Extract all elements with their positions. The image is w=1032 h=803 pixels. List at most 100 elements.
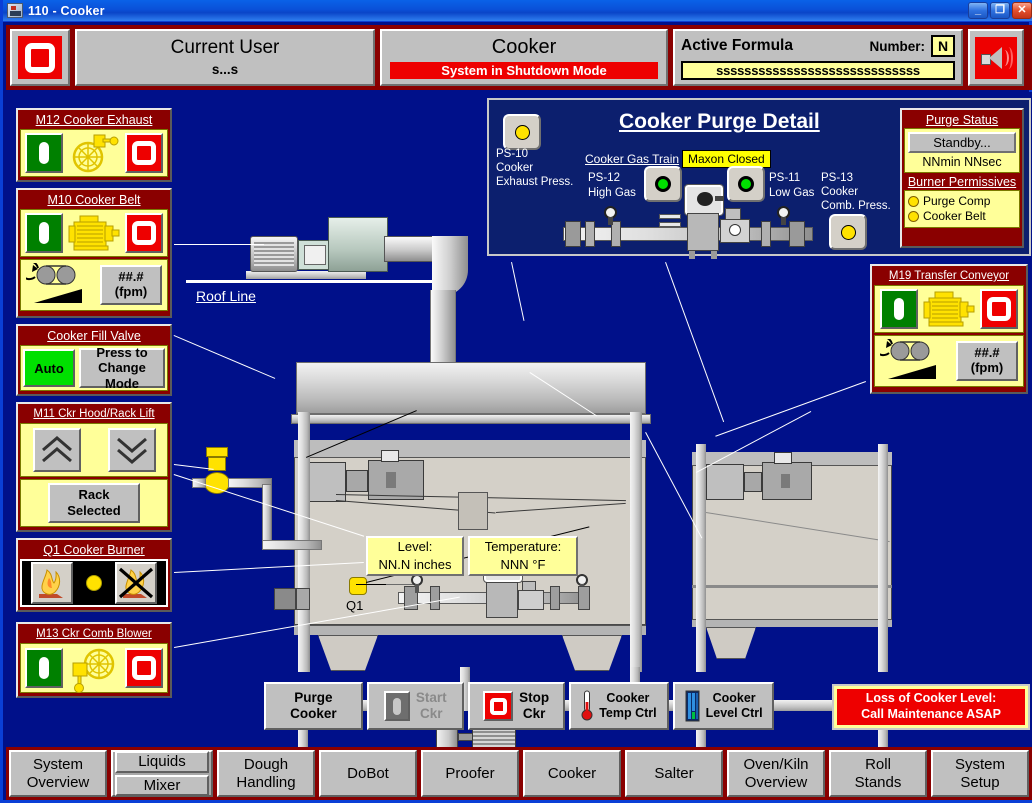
coupling-left <box>346 470 368 492</box>
hood-raise-button[interactable] <box>32 428 81 472</box>
ps11-tag: PS-11 <box>769 172 801 184</box>
active-formula-panel[interactable]: Active Formula Number: N sssssssssssssss… <box>673 29 963 86</box>
hmi-window-icon <box>7 3 23 18</box>
q1-burner-tag: Q1 <box>346 598 364 613</box>
m12-start-button[interactable] <box>25 133 63 173</box>
roof-platform <box>246 271 366 279</box>
m13-start-button[interactable] <box>25 648 63 688</box>
ps10-lamp <box>514 124 530 140</box>
alarm-banner[interactable]: Loss of Cooker Level: Call Maintenance A… <box>832 684 1030 730</box>
m10-speed-readout[interactable]: ##.# (fpm) <box>100 265 162 305</box>
m10-speed-value: ##.# <box>118 269 144 285</box>
m12-stop-button[interactable] <box>125 133 163 173</box>
gt-actuator-dial <box>729 224 741 236</box>
purge-state-value[interactable]: Standby... <box>908 132 1016 153</box>
nav-liquids[interactable]: Liquids <box>115 751 209 773</box>
stop-ckr-button[interactable]: Stop Ckr <box>467 682 565 730</box>
burner-flame-off-icon[interactable] <box>115 562 158 604</box>
m19-stop-button[interactable] <box>980 289 1019 329</box>
gt-tap-a <box>659 214 681 219</box>
double-chevron-down-icon <box>116 437 147 464</box>
gearbox-left <box>306 462 346 502</box>
ps11-indicator[interactable] <box>727 166 765 202</box>
panel-title-m10: M10 Cooker Belt <box>47 193 141 207</box>
motor-icon <box>923 289 975 329</box>
nav-dough-handling[interactable]: Dough Handling <box>217 750 315 797</box>
cooker-level-line1: Cooker <box>712 691 756 705</box>
panel-body-m19 <box>874 285 1024 333</box>
stop-logo-icon <box>18 36 62 79</box>
change-mode-line1: Press to <box>96 344 148 360</box>
nav-proofer[interactable]: Proofer <box>421 750 519 797</box>
fill-valve-change-mode-button[interactable]: Press to Change Mode <box>79 344 165 391</box>
burner-permissives-body: Purge Comp Cooker Belt <box>904 190 1020 228</box>
screen-title-panel: Cooker System in Shutdown Mode <box>380 29 668 86</box>
fill-valve-mode-lamp[interactable]: Auto <box>23 349 75 387</box>
blower-icon <box>67 647 121 693</box>
nav-system-setup[interactable]: System Setup <box>931 750 1029 797</box>
leader-purge-ps10 <box>511 262 525 321</box>
column-4 <box>878 444 888 672</box>
panel-m12-cooker-exhaust: M12 Cooker Exhaust <box>16 108 172 182</box>
panel-m19-transfer-conveyor: M19 Transfer Conveyor ##.# (fpm) <box>870 264 1028 394</box>
silence-horn-button[interactable] <box>968 29 1024 86</box>
panel-title-m13: M13 Ckr Comb Blower <box>36 628 152 640</box>
motor-terminal-box-right <box>774 452 792 464</box>
cooker-belt-lamp <box>908 211 919 222</box>
burner-flame-on-icon[interactable] <box>30 562 73 604</box>
pipe-flange-c <box>550 586 560 610</box>
gt-gauge-stem-2 <box>781 217 786 225</box>
m19-speed-row: ##.# (fpm) <box>873 335 1024 387</box>
ps12-indicator[interactable] <box>644 166 682 202</box>
ps13-indicator[interactable] <box>829 214 867 250</box>
panel-title-q1: Q1 Cooker Burner <box>43 543 145 557</box>
level-readout[interactable]: Level: NN.N inches <box>366 536 464 576</box>
close-button[interactable]: ✕ <box>1012 2 1032 19</box>
motor-marking-right <box>781 474 790 488</box>
gt-actuator-top <box>725 208 741 220</box>
cooker-temp-line2: Temp Ctrl <box>599 706 657 720</box>
start-ckr-button[interactable]: Start Ckr <box>366 682 464 730</box>
stop-logo-button[interactable] <box>10 29 70 86</box>
vessel-bottom-rail-right <box>692 619 892 627</box>
level-gauge-icon <box>685 690 700 722</box>
maximize-button[interactable]: ❐ <box>990 2 1010 19</box>
hmi-application-window: 110 - Cooker _ ❐ ✕ Current User s...s Co… <box>0 0 1032 803</box>
alarm-line1: Loss of Cooker Level: <box>865 691 997 706</box>
hood-lower-button[interactable] <box>107 428 156 472</box>
m19-start-button[interactable] <box>879 289 918 329</box>
rack-selected-button[interactable]: Rack Selected <box>48 483 140 523</box>
cooker-level-ctrl-button[interactable]: Cooker Level Ctrl <box>673 682 774 730</box>
nav-dobot[interactable]: DoBot <box>319 750 417 797</box>
m13-stop-button[interactable] <box>125 648 163 688</box>
nav-roll-stands[interactable]: Roll Stands <box>829 750 927 797</box>
formula-name-value: sssssssssssssssssssssssssssss <box>681 61 955 80</box>
motor-fins <box>254 242 294 266</box>
temperature-readout[interactable]: Temperature: NNN °F <box>468 536 578 576</box>
ps10-indicator[interactable] <box>503 114 541 150</box>
vessel-side-port-a <box>274 588 296 610</box>
m10-start-button[interactable] <box>25 213 64 253</box>
m19-speed-readout[interactable]: ##.# (fpm) <box>956 341 1018 381</box>
nav-liquids-mixer[interactable]: Liquids Mixer <box>111 750 213 797</box>
nav-cooker[interactable]: Cooker <box>523 750 621 797</box>
ps12-tag: PS-12 <box>588 172 620 184</box>
nav-label-line1: Oven/Kiln <box>743 756 809 774</box>
panel-title-m11: M11 Ckr Hood/Rack Lift <box>33 408 155 420</box>
current-user-display[interactable]: Current User s...s <box>75 29 375 86</box>
cooker-gas-train-label: Cooker Gas Train <box>585 152 680 166</box>
nav-salter[interactable]: Salter <box>625 750 723 797</box>
m10-stop-button[interactable] <box>124 213 163 253</box>
nav-label-line1: Proofer <box>445 764 495 782</box>
q1-burner-lamp[interactable] <box>349 577 367 595</box>
gt-flange-4 <box>761 221 771 247</box>
nav-system-overview[interactable]: System Overview <box>9 750 107 797</box>
nav-mixer[interactable]: Mixer <box>115 774 209 796</box>
purge-status-panel: Purge Status Standby... NNmin NNsec Burn… <box>900 108 1024 248</box>
m10-speed-row: ##.# (fpm) <box>19 259 168 311</box>
purge-cooker-button[interactable]: Purge Cooker <box>264 682 363 730</box>
cooker-temp-ctrl-button[interactable]: Cooker Temp Ctrl <box>568 682 670 730</box>
minimize-button[interactable]: _ <box>968 2 988 19</box>
nav-oven-kiln-overview[interactable]: Oven/Kiln Overview <box>727 750 825 797</box>
panel-title-m19: M19 Transfer Conveyor <box>888 270 1010 282</box>
